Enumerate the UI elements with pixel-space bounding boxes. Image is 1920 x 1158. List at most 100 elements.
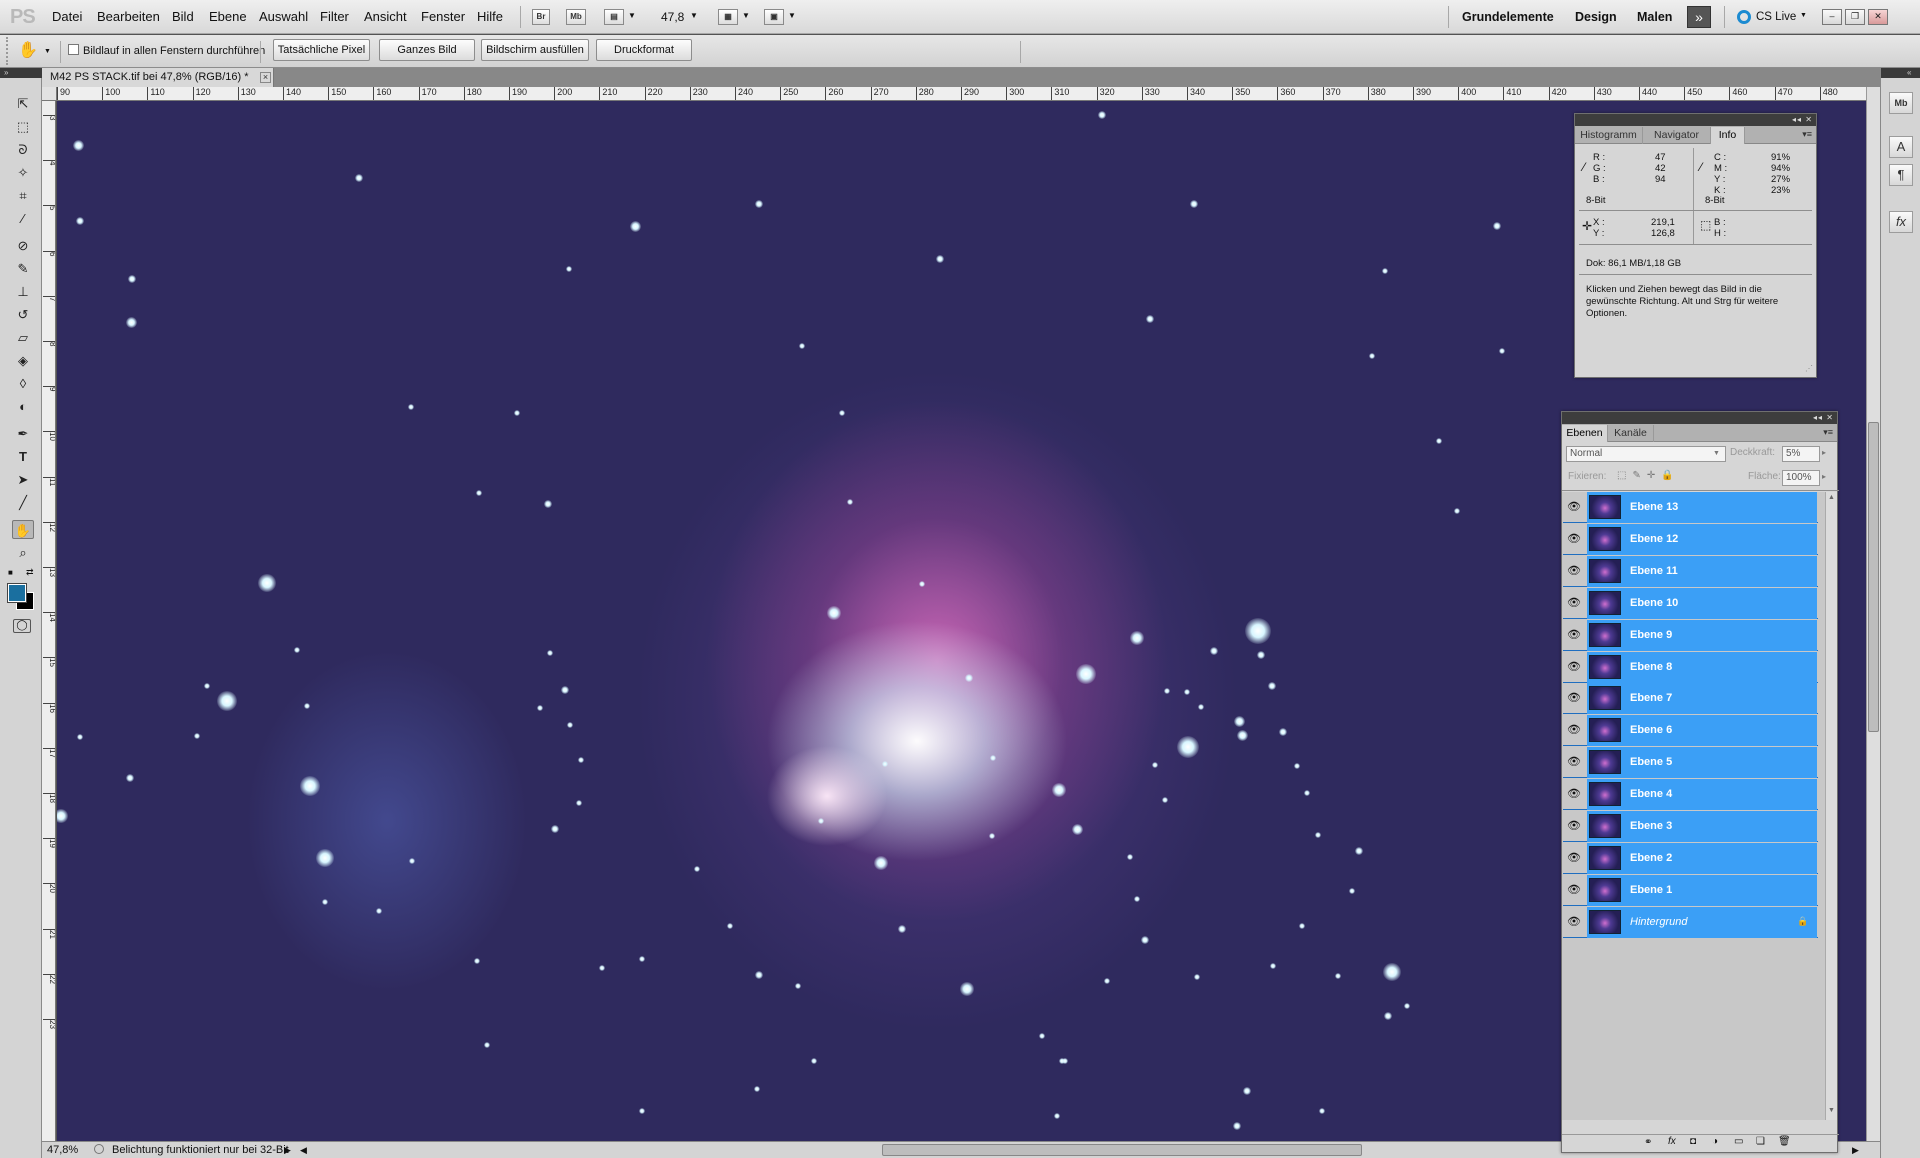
chevron-down-icon[interactable]: ▼	[788, 11, 796, 20]
chevron-down-icon[interactable]: ▼	[742, 11, 750, 20]
eye-visibility-icon[interactable]: 👁	[1567, 564, 1581, 578]
fill-field[interactable]: 100%	[1782, 470, 1820, 486]
type-tool-icon[interactable]: T	[12, 447, 34, 466]
vertical-scrollbar[interactable]	[1866, 87, 1880, 1141]
close-button[interactable]: ✕	[1868, 9, 1888, 25]
swap-colors-icon[interactable]: ⇄	[26, 567, 34, 578]
menu-bild[interactable]: Bild	[172, 0, 194, 34]
layer-row[interactable]: 👁 Ebene 4	[1563, 779, 1818, 811]
opacity-slider-icon[interactable]: ▸	[1822, 448, 1826, 457]
tab-histogramm[interactable]: Histogramm	[1575, 127, 1643, 144]
new-layer-icon[interactable]: ❏	[1756, 1136, 1765, 1147]
quick-mask-icon[interactable]: ◯	[13, 619, 31, 633]
layer-row[interactable]: 👁 Ebene 1	[1563, 874, 1818, 906]
history-brush-tool-icon[interactable]: ↺	[12, 305, 34, 324]
eye-visibility-icon[interactable]: 👁	[1567, 723, 1581, 737]
hand-tool-icon[interactable]: ✋	[12, 520, 34, 539]
eyedropper-tool-icon[interactable]: ⁄	[12, 209, 34, 228]
chevron-down-icon[interactable]: ▼	[1713, 450, 1720, 457]
eye-visibility-icon[interactable]: 👁	[1567, 691, 1581, 705]
horizontal-scroll-thumb[interactable]	[882, 1144, 1362, 1156]
move-tool-icon[interactable]: ⇱	[12, 94, 34, 113]
menu-auswahl[interactable]: Auswahl	[259, 0, 308, 34]
zoom-tool-icon[interactable]: ⌕	[12, 543, 34, 562]
menu-bearbeiten[interactable]: Bearbeiten	[97, 0, 160, 34]
arrange-documents-button[interactable]: ▦	[718, 9, 738, 25]
marquee-tool-icon[interactable]: ⬚	[12, 117, 34, 136]
tab-ebenen[interactable]: Ebenen	[1562, 425, 1608, 442]
bridge-button[interactable]: Br	[532, 9, 550, 25]
pen-tool-icon[interactable]: ✒	[12, 424, 34, 443]
status-menu-arrow-icon[interactable]: ▶	[284, 1142, 291, 1158]
menu-filter[interactable]: Filter	[320, 0, 349, 34]
layer-style-icon[interactable]: fx	[1668, 1136, 1676, 1147]
adjustment-layer-icon[interactable]: ◑	[1712, 1136, 1718, 1147]
panel-menu-icon[interactable]: ▾≡	[1823, 427, 1833, 438]
options-grip[interactable]	[6, 37, 10, 65]
link-layers-icon[interactable]: ⚭	[1644, 1137, 1652, 1148]
fill-screen-button[interactable]: Bildschirm ausfüllen	[481, 39, 589, 61]
healing-brush-tool-icon[interactable]: ⊘	[12, 236, 34, 255]
new-group-icon[interactable]: ▭	[1734, 1136, 1743, 1147]
crop-tool-icon[interactable]: ⌗	[12, 186, 34, 205]
paragraph-panel-icon[interactable]: ¶	[1889, 164, 1913, 186]
opacity-field[interactable]: 5%	[1782, 446, 1820, 462]
scroll-down-icon[interactable]: ▼	[1828, 1107, 1835, 1114]
path-selection-tool-icon[interactable]: ➤	[12, 470, 34, 489]
close-icon[interactable]: ×	[260, 72, 271, 83]
line-tool-icon[interactable]: ╱	[12, 493, 34, 512]
status-zoom[interactable]: 47,8%	[47, 1142, 78, 1158]
view-extras-button[interactable]: ▤	[604, 9, 624, 25]
eye-visibility-icon[interactable]: 👁	[1567, 915, 1581, 929]
vertical-scroll-thumb[interactable]	[1868, 422, 1879, 732]
layer-row[interactable]: 👁 Ebene 9	[1563, 619, 1818, 651]
lock-options-icon[interactable]: ⬚✎✛🔒	[1617, 470, 1680, 481]
menu-fenster[interactable]: Fenster	[421, 0, 465, 34]
brush-tool-icon[interactable]: ✎	[12, 259, 34, 278]
menu-datei[interactable]: Datei	[52, 0, 82, 34]
fill-slider-icon[interactable]: ▸	[1822, 472, 1826, 481]
layer-mask-icon[interactable]: ◘	[1690, 1136, 1696, 1147]
menu-ebene[interactable]: Ebene	[209, 0, 247, 34]
layer-row[interactable]: 👁 Ebene 6	[1563, 715, 1818, 747]
chevron-down-icon[interactable]: ▼	[1800, 12, 1807, 19]
layer-row[interactable]: 👁 Ebene 10	[1563, 587, 1818, 619]
document-tab[interactable]: M42 PS STACK.tif bei 47,8% (RGB/16) * ×	[42, 68, 274, 87]
zoom-level[interactable]: 47,8	[661, 0, 684, 34]
eye-visibility-icon[interactable]: 👁	[1567, 819, 1581, 833]
tools-panel-header[interactable]: »	[0, 68, 42, 78]
eye-visibility-icon[interactable]: 👁	[1567, 596, 1581, 610]
resize-grip-icon[interactable]: ⋰	[1805, 364, 1813, 373]
quick-selection-tool-icon[interactable]: ✧	[12, 163, 34, 182]
chevron-down-icon[interactable]: ▼	[44, 48, 51, 55]
eraser-tool-icon[interactable]: ▱	[12, 328, 34, 347]
scroll-up-icon[interactable]: ▲	[1828, 494, 1835, 501]
dodge-tool-icon[interactable]: ◐	[12, 397, 34, 416]
layer-row[interactable]: 👁 Ebene 3	[1563, 811, 1818, 842]
eye-visibility-icon[interactable]: 👁	[1567, 532, 1581, 546]
cs-live-menu[interactable]: CS Live	[1756, 0, 1796, 34]
info-panel-header[interactable]: ◂◂ ✕	[1575, 114, 1816, 126]
more-workspaces-icon[interactable]: »	[1687, 6, 1711, 28]
minimize-button[interactable]: –	[1822, 9, 1842, 25]
panel-menu-icon[interactable]: ▾≡	[1802, 129, 1812, 140]
lasso-tool-icon[interactable]: ᘐ	[12, 140, 34, 159]
zoom-dropdown-icon[interactable]: ▼	[690, 11, 698, 20]
fit-screen-button[interactable]: Ganzes Bild	[379, 39, 475, 61]
foreground-color-swatch[interactable]	[7, 583, 27, 603]
layer-row[interactable]: 👁 Ebene 8	[1563, 651, 1818, 683]
workspace-design[interactable]: Design	[1575, 0, 1617, 34]
eye-visibility-icon[interactable]: 👁	[1567, 851, 1581, 865]
print-size-button[interactable]: Druckformat	[596, 39, 692, 61]
chevron-down-icon[interactable]: ▼	[628, 11, 636, 20]
workspace-malen[interactable]: Malen	[1637, 0, 1672, 34]
scroll-all-windows-checkbox[interactable]	[68, 44, 79, 55]
layer-row[interactable]: 👁 Ebene 2	[1563, 842, 1818, 874]
restore-button[interactable]: ❐	[1845, 9, 1865, 25]
tab-kanaele[interactable]: Kanäle	[1608, 425, 1654, 442]
tab-navigator[interactable]: Navigator	[1643, 127, 1711, 144]
menu-hilfe[interactable]: Hilfe	[477, 0, 503, 34]
delete-layer-icon[interactable]: 🗑	[1778, 1136, 1791, 1147]
workspace-grundelemente[interactable]: Grundelemente	[1462, 0, 1554, 34]
eye-visibility-icon[interactable]: 👁	[1567, 628, 1581, 642]
